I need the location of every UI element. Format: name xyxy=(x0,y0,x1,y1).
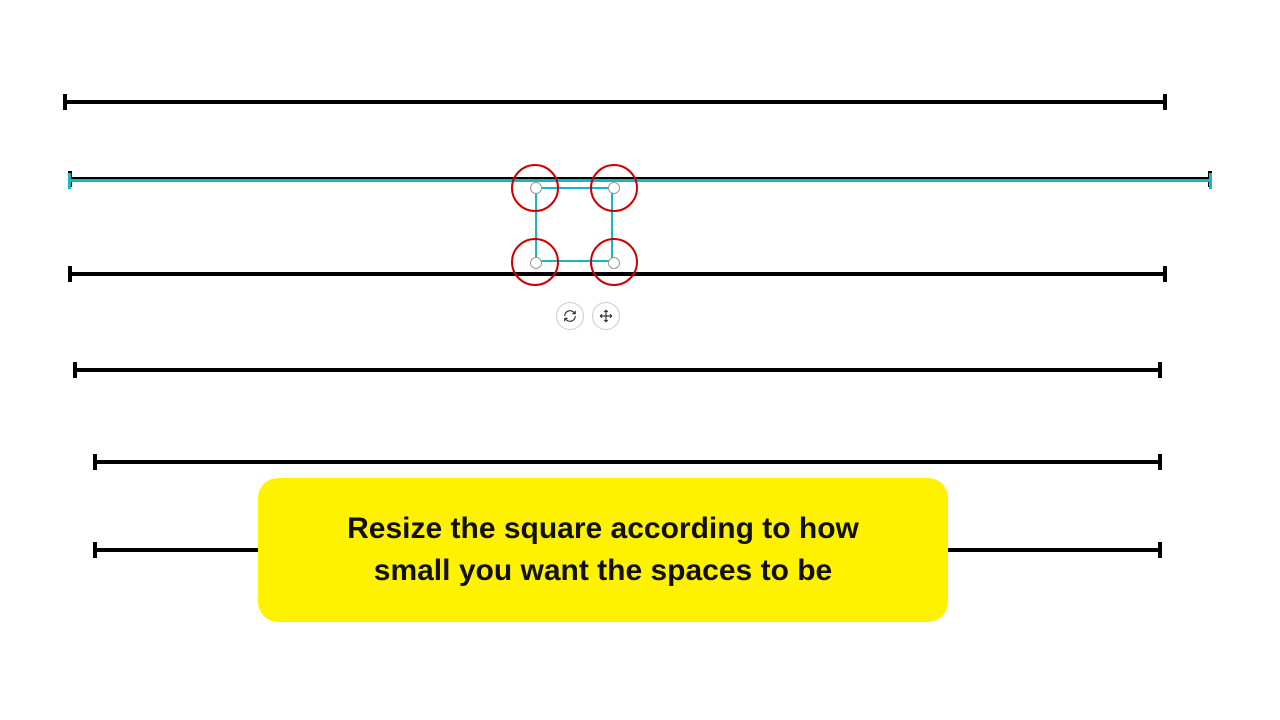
line-4[interactable] xyxy=(75,368,1160,372)
highlight-circle-bl xyxy=(511,238,559,286)
rotate-button[interactable] xyxy=(556,302,584,330)
highlight-circle-tr xyxy=(590,164,638,212)
line-5[interactable] xyxy=(95,460,1160,464)
rotate-icon xyxy=(563,309,577,323)
move-button[interactable] xyxy=(592,302,620,330)
highlight-circle-br xyxy=(590,238,638,286)
line-1[interactable] xyxy=(65,100,1165,104)
shape-toolbar xyxy=(556,302,620,330)
instruction-callout: Resize the square according to how small… xyxy=(258,478,948,622)
highlight-circle-tl xyxy=(511,164,559,212)
line-2-selected[interactable] xyxy=(70,179,1210,182)
move-icon xyxy=(599,309,613,323)
